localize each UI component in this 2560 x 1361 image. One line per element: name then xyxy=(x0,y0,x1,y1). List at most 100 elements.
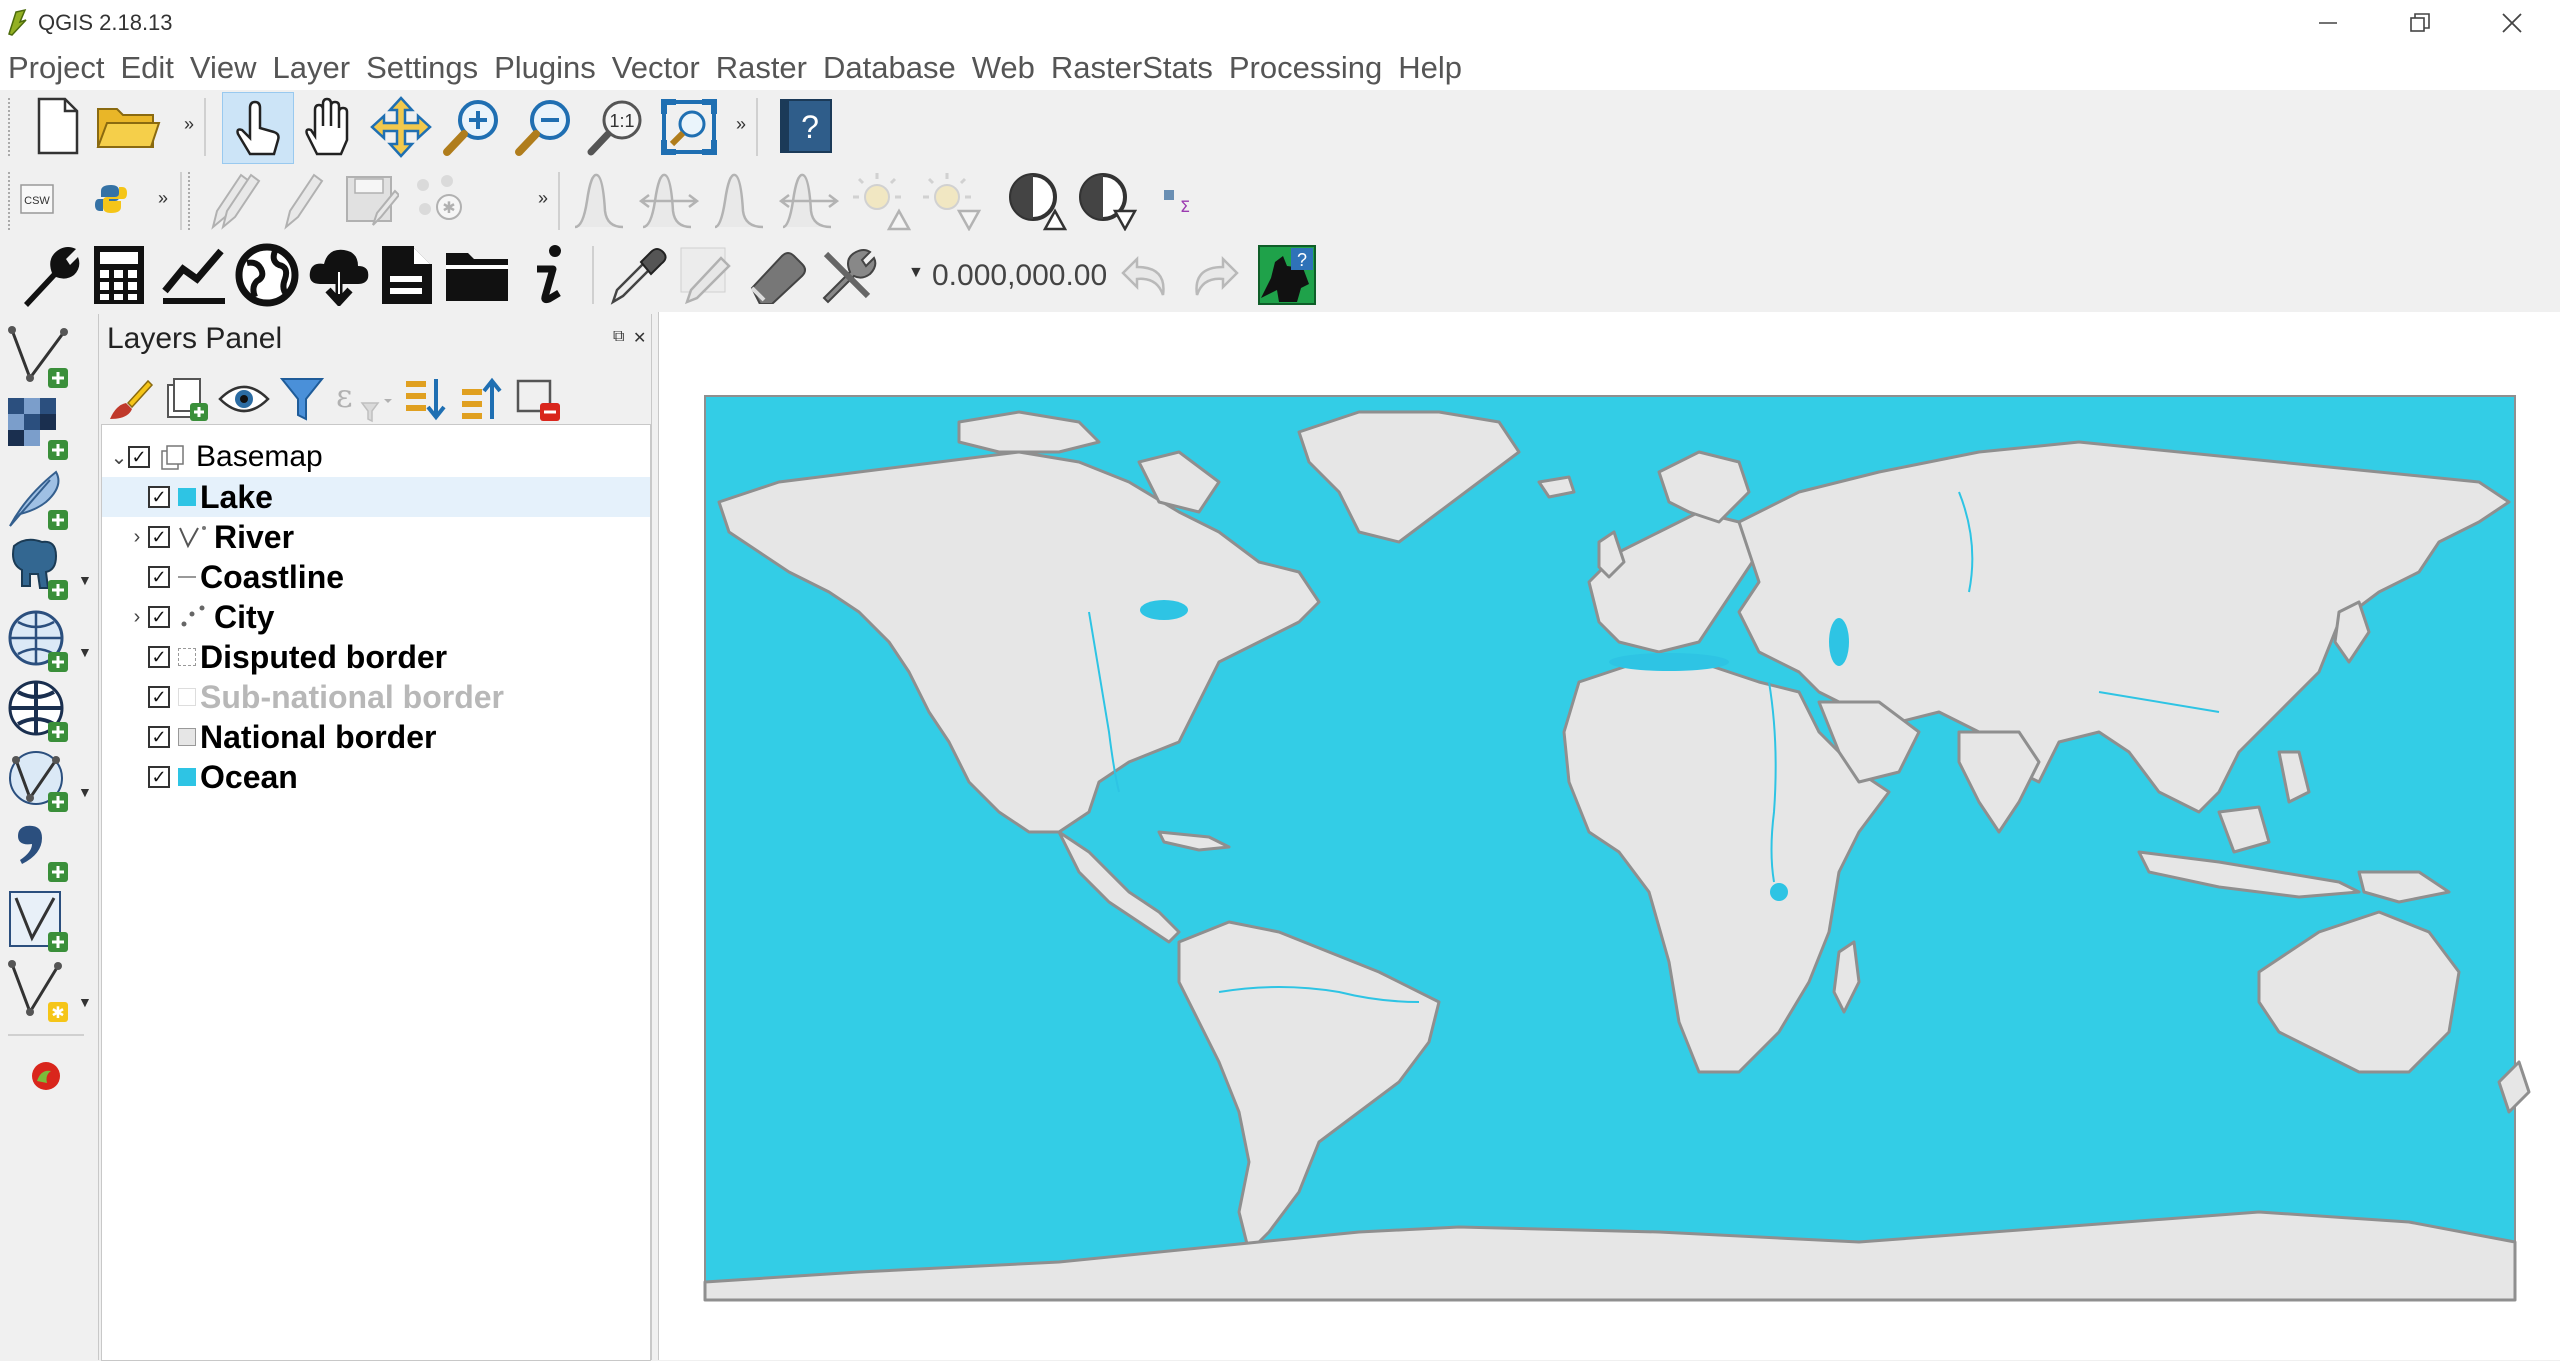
layer-visibility-checkbox[interactable]: ✓ xyxy=(148,606,170,628)
georeferencer-pick-button[interactable] xyxy=(604,242,670,308)
undo-button[interactable] xyxy=(1112,242,1178,308)
add-vector-layer-button[interactable] xyxy=(6,324,72,390)
layer-row-city[interactable]: › ✓ City xyxy=(102,597,650,637)
map-canvas[interactable] xyxy=(658,312,2560,1360)
document-button[interactable] xyxy=(374,242,440,308)
menu-database[interactable]: Database xyxy=(815,50,964,86)
open-project-button[interactable] xyxy=(90,94,166,158)
decrease-brightness-button[interactable] xyxy=(918,168,984,234)
tools-button[interactable] xyxy=(814,242,880,308)
menu-web[interactable]: Web xyxy=(964,50,1043,86)
add-delimited-text-layer-button[interactable] xyxy=(6,818,72,884)
histogram-stretch-button[interactable] xyxy=(566,168,632,234)
collapse-all-button[interactable] xyxy=(455,372,509,426)
pan-map-button[interactable] xyxy=(294,92,364,162)
expand-all-button[interactable] xyxy=(399,372,453,426)
new-shapefile-layer-button[interactable]: ✱ xyxy=(6,958,72,1024)
redo-button[interactable] xyxy=(1182,242,1248,308)
panel-close-icon[interactable]: ✕ xyxy=(633,328,646,348)
current-edits-button[interactable] xyxy=(200,168,266,234)
local-histogram-stretch-button[interactable] xyxy=(636,168,702,234)
zoom-full-button[interactable] xyxy=(654,92,724,162)
layer-row-disputed-border[interactable]: ✓ Disputed border xyxy=(102,637,650,677)
menu-project[interactable]: Project xyxy=(0,50,112,86)
layer-row-ocean[interactable]: ✓ Ocean xyxy=(102,757,650,797)
add-postgis-layer-button[interactable] xyxy=(6,536,72,602)
full-histogram-stretch-button[interactable] xyxy=(706,168,772,234)
local-cumulative-cut-button[interactable] xyxy=(776,168,842,234)
menu-edit[interactable]: Edit xyxy=(112,50,181,86)
web-map-button[interactable] xyxy=(232,242,302,308)
statistics-plugin-button[interactable]: Σ xyxy=(1156,182,1196,222)
menu-vector[interactable]: Vector xyxy=(604,50,708,86)
increase-brightness-button[interactable] xyxy=(848,168,914,234)
style-manager-button[interactable] xyxy=(103,372,157,426)
python-console-button[interactable] xyxy=(90,178,132,220)
new-layer-dropdown-arrow-icon[interactable]: ▼ xyxy=(78,994,92,1010)
toolbar-overflow-icon[interactable]: » xyxy=(158,188,168,209)
layer-visibility-checkbox[interactable]: ✓ xyxy=(148,766,170,788)
layer-row-sub-national-border[interactable]: ✓ Sub-national border xyxy=(102,677,650,717)
zoom-in-button[interactable] xyxy=(438,92,508,162)
postgis-dropdown-arrow-icon[interactable]: ▼ xyxy=(78,572,92,588)
toolbox-button[interactable] xyxy=(12,242,86,308)
menu-layer[interactable]: Layer xyxy=(265,50,359,86)
layer-group-checkbox[interactable]: ✓ xyxy=(128,446,150,468)
menu-processing[interactable]: Processing xyxy=(1221,50,1390,86)
toolbar-overflow-icon[interactable]: » xyxy=(538,188,548,209)
world-map[interactable] xyxy=(659,312,2560,1360)
edit-pencil-button[interactable] xyxy=(674,242,740,308)
restore-button[interactable] xyxy=(2374,0,2466,46)
identify-features-button[interactable] xyxy=(514,242,584,308)
open-folder-button[interactable] xyxy=(442,242,512,308)
layer-row-national-border[interactable]: ✓ National border xyxy=(102,717,650,757)
decrease-contrast-button[interactable] xyxy=(1074,168,1140,234)
expand-chevron-icon[interactable]: › xyxy=(128,606,146,629)
toolbar-overflow-icon[interactable]: » xyxy=(184,114,194,135)
cloud-download-button[interactable] xyxy=(304,242,374,308)
plugin-red-button[interactable] xyxy=(26,1056,66,1096)
toggle-editing-button[interactable] xyxy=(270,168,336,234)
touch-zoom-pan-button[interactable] xyxy=(222,92,294,164)
layer-visibility-checkbox[interactable]: ✓ xyxy=(148,526,170,548)
profile-tool-button[interactable] xyxy=(156,242,230,308)
save-layer-edits-button[interactable] xyxy=(338,168,404,234)
pan-to-selection-button[interactable] xyxy=(366,92,436,162)
close-window-button[interactable] xyxy=(2466,0,2558,46)
scale-value-field[interactable]: 0.000,000.00 xyxy=(932,256,1108,296)
map-layer-plugin-button[interactable]: ? xyxy=(1254,242,1320,308)
layer-group-basemap[interactable]: ⌄ ✓ Basemap xyxy=(102,437,650,477)
layer-visibility-checkbox[interactable]: ✓ xyxy=(148,566,170,588)
layer-visibility-checkbox[interactable]: ✓ xyxy=(148,486,170,508)
layer-visibility-checkbox[interactable]: ✓ xyxy=(148,646,170,668)
toolbar-overflow-icon[interactable]: » xyxy=(736,114,746,135)
layer-visibility-checkbox[interactable]: ✓ xyxy=(148,686,170,708)
remove-layer-button[interactable] xyxy=(511,372,565,426)
layer-visibility-checkbox[interactable]: ✓ xyxy=(148,726,170,748)
add-raster-layer-button[interactable] xyxy=(6,396,72,462)
menu-help[interactable]: Help xyxy=(1390,50,1470,86)
new-project-button[interactable] xyxy=(26,94,90,158)
menu-settings[interactable]: Settings xyxy=(358,50,486,86)
add-virtual-layer-button[interactable] xyxy=(6,888,72,954)
expand-chevron-icon[interactable]: › xyxy=(128,526,146,549)
collapse-chevron-icon[interactable]: ⌄ xyxy=(110,445,128,470)
wfs-dropdown-arrow-icon[interactable]: ▼ xyxy=(78,784,92,800)
menu-raster[interactable]: Raster xyxy=(708,50,815,86)
layer-row-coastline[interactable]: ✓ Coastline xyxy=(102,557,650,597)
filter-by-expression-button[interactable]: ε xyxy=(331,372,397,426)
wms-dropdown-arrow-icon[interactable]: ▼ xyxy=(78,644,92,660)
menu-rasterstats[interactable]: RasterStats xyxy=(1043,50,1221,86)
toolbar-grip[interactable] xyxy=(8,98,16,156)
filter-legend-button[interactable] xyxy=(275,372,329,426)
layer-row-lake[interactable]: ✓ Lake xyxy=(102,477,650,517)
layer-row-river[interactable]: › ✓ River xyxy=(102,517,650,557)
raster-calculator-button[interactable] xyxy=(86,242,152,308)
csw-button[interactable]: CSW xyxy=(16,178,58,220)
add-wms-layer-button[interactable] xyxy=(6,608,72,674)
minimize-button[interactable] xyxy=(2282,0,2374,46)
zoom-actual-size-button[interactable]: 1:1 xyxy=(582,92,652,162)
panel-float-icon[interactable]: ⧉ xyxy=(613,328,624,346)
add-wcs-layer-button[interactable] xyxy=(6,678,72,744)
toolbar-grip[interactable] xyxy=(8,172,16,230)
